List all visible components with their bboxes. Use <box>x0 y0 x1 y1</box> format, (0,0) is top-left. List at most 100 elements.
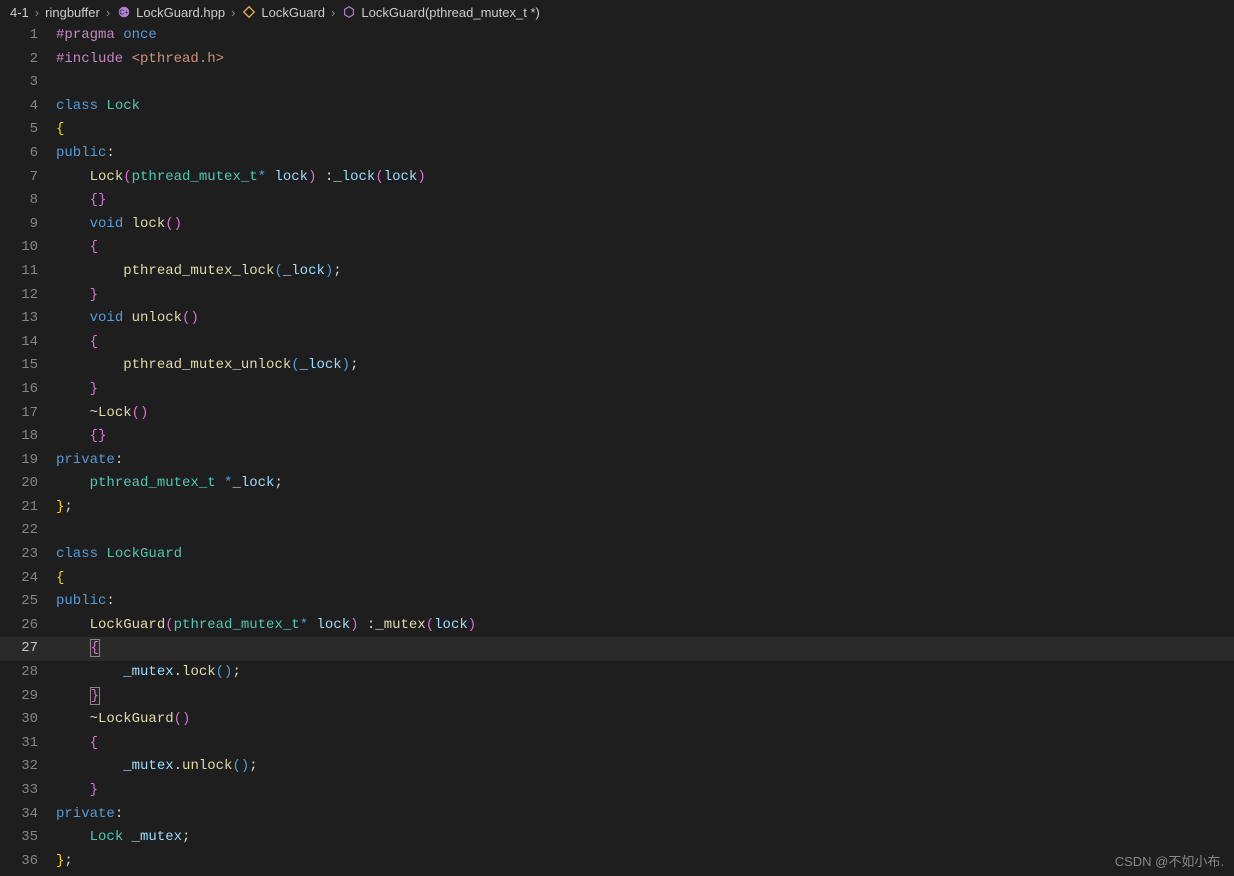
cpp-file-icon: C+ <box>116 4 132 20</box>
code-content[interactable]: public: <box>56 590 1234 614</box>
code-content[interactable]: ~LockGuard() <box>56 708 1234 732</box>
line-number: 19 <box>0 449 56 473</box>
code-content[interactable]: _mutex.unlock(); <box>56 755 1234 779</box>
code-content[interactable]: { <box>56 331 1234 355</box>
code-line[interactable]: 12 } <box>0 284 1234 308</box>
code-content[interactable]: LockGuard(pthread_mutex_t* lock) :_mutex… <box>56 614 1234 638</box>
code-line[interactable]: 28 _mutex.lock(); <box>0 661 1234 685</box>
line-number: 17 <box>0 402 56 426</box>
line-number: 31 <box>0 732 56 756</box>
code-content[interactable]: class LockGuard <box>56 543 1234 567</box>
code-line[interactable]: 3 <box>0 71 1234 95</box>
code-content[interactable]: }; <box>56 850 1234 874</box>
code-line[interactable]: 4class Lock <box>0 95 1234 119</box>
code-content[interactable]: { <box>56 732 1234 756</box>
line-number: 34 <box>0 803 56 827</box>
code-line[interactable]: 10 { <box>0 236 1234 260</box>
breadcrumb-item-class[interactable]: LockGuard <box>241 4 325 20</box>
breadcrumb-label: LockGuard(pthread_mutex_t *) <box>361 5 539 20</box>
breadcrumb[interactable]: 4-1 › ringbuffer › C+ LockGuard.hpp › Lo… <box>0 0 1234 24</box>
code-line[interactable]: 23class LockGuard <box>0 543 1234 567</box>
code-content[interactable]: { <box>56 567 1234 591</box>
code-line[interactable]: 26 LockGuard(pthread_mutex_t* lock) :_mu… <box>0 614 1234 638</box>
code-content[interactable]: void unlock() <box>56 307 1234 331</box>
code-content[interactable]: pthread_mutex_t *_lock; <box>56 472 1234 496</box>
code-content[interactable]: {} <box>56 189 1234 213</box>
line-number: 8 <box>0 189 56 213</box>
code-content[interactable]: }; <box>56 496 1234 520</box>
line-number: 32 <box>0 755 56 779</box>
code-content[interactable]: private: <box>56 803 1234 827</box>
code-line[interactable]: 22 <box>0 519 1234 543</box>
line-number: 25 <box>0 590 56 614</box>
breadcrumb-item-file[interactable]: C+ LockGuard.hpp <box>116 4 225 20</box>
code-content[interactable]: class Lock <box>56 95 1234 119</box>
code-content[interactable]: { <box>56 236 1234 260</box>
code-line[interactable]: 36}; <box>0 850 1234 874</box>
code-line[interactable]: 13 void unlock() <box>0 307 1234 331</box>
code-line[interactable]: 31 { <box>0 732 1234 756</box>
code-content[interactable]: } <box>56 779 1234 803</box>
code-content[interactable]: } <box>56 378 1234 402</box>
code-line[interactable]: 24{ <box>0 567 1234 591</box>
line-number: 1 <box>0 24 56 48</box>
line-number: 29 <box>0 685 56 709</box>
code-line[interactable]: 35 Lock _mutex; <box>0 826 1234 850</box>
chevron-right-icon: › <box>35 5 39 20</box>
code-line[interactable]: 34private: <box>0 803 1234 827</box>
code-content[interactable]: private: <box>56 449 1234 473</box>
code-content[interactable]: pthread_mutex_unlock(_lock); <box>56 354 1234 378</box>
code-line[interactable]: 8 {} <box>0 189 1234 213</box>
code-content[interactable]: { <box>56 118 1234 142</box>
line-number: 20 <box>0 472 56 496</box>
code-line[interactable]: 1#pragma once <box>0 24 1234 48</box>
line-number: 16 <box>0 378 56 402</box>
line-number: 36 <box>0 850 56 874</box>
code-content[interactable]: } <box>56 685 1234 709</box>
code-line[interactable]: 16 } <box>0 378 1234 402</box>
svg-text:C+: C+ <box>120 10 129 17</box>
code-content[interactable]: #include <pthread.h> <box>56 48 1234 72</box>
watermark: CSDN @不如小布. <box>1115 851 1224 870</box>
line-number: 27 <box>0 637 56 661</box>
code-line[interactable]: 17 ~Lock() <box>0 402 1234 426</box>
code-content[interactable]: ~Lock() <box>56 402 1234 426</box>
code-content[interactable]: {} <box>56 425 1234 449</box>
code-line[interactable]: 32 _mutex.unlock(); <box>0 755 1234 779</box>
code-line[interactable]: 29 } <box>0 685 1234 709</box>
code-content[interactable]: Lock(pthread_mutex_t* lock) :_lock(lock) <box>56 166 1234 190</box>
class-icon <box>241 4 257 20</box>
code-line[interactable]: 18 {} <box>0 425 1234 449</box>
code-line[interactable]: 21}; <box>0 496 1234 520</box>
code-editor[interactable]: 1#pragma once2#include <pthread.h>34clas… <box>0 24 1234 874</box>
code-line[interactable]: 2#include <pthread.h> <box>0 48 1234 72</box>
code-line[interactable]: 20 pthread_mutex_t *_lock; <box>0 472 1234 496</box>
breadcrumb-item-folder[interactable]: ringbuffer <box>45 5 100 20</box>
breadcrumb-item-folder[interactable]: 4-1 <box>10 5 29 20</box>
code-line[interactable]: 9 void lock() <box>0 213 1234 237</box>
breadcrumb-label: 4-1 <box>10 5 29 20</box>
code-line[interactable]: 6public: <box>0 142 1234 166</box>
code-line[interactable]: 11 pthread_mutex_lock(_lock); <box>0 260 1234 284</box>
code-content[interactable]: Lock _mutex; <box>56 826 1234 850</box>
line-number: 35 <box>0 826 56 850</box>
code-line[interactable]: 14 { <box>0 331 1234 355</box>
breadcrumb-item-method[interactable]: LockGuard(pthread_mutex_t *) <box>341 4 539 20</box>
code-line[interactable]: 27 { <box>0 637 1234 661</box>
code-line[interactable]: 5{ <box>0 118 1234 142</box>
code-line[interactable]: 15 pthread_mutex_unlock(_lock); <box>0 354 1234 378</box>
code-content[interactable]: public: <box>56 142 1234 166</box>
line-number: 30 <box>0 708 56 732</box>
code-line[interactable]: 19private: <box>0 449 1234 473</box>
code-line[interactable]: 30 ~LockGuard() <box>0 708 1234 732</box>
line-number: 26 <box>0 614 56 638</box>
code-line[interactable]: 25public: <box>0 590 1234 614</box>
code-line[interactable]: 7 Lock(pthread_mutex_t* lock) :_lock(loc… <box>0 166 1234 190</box>
code-content[interactable]: void lock() <box>56 213 1234 237</box>
code-line[interactable]: 33 } <box>0 779 1234 803</box>
code-content[interactable]: { <box>56 637 1234 661</box>
code-content[interactable]: #pragma once <box>56 24 1234 48</box>
code-content[interactable]: pthread_mutex_lock(_lock); <box>56 260 1234 284</box>
code-content[interactable]: } <box>56 284 1234 308</box>
code-content[interactable]: _mutex.lock(); <box>56 661 1234 685</box>
